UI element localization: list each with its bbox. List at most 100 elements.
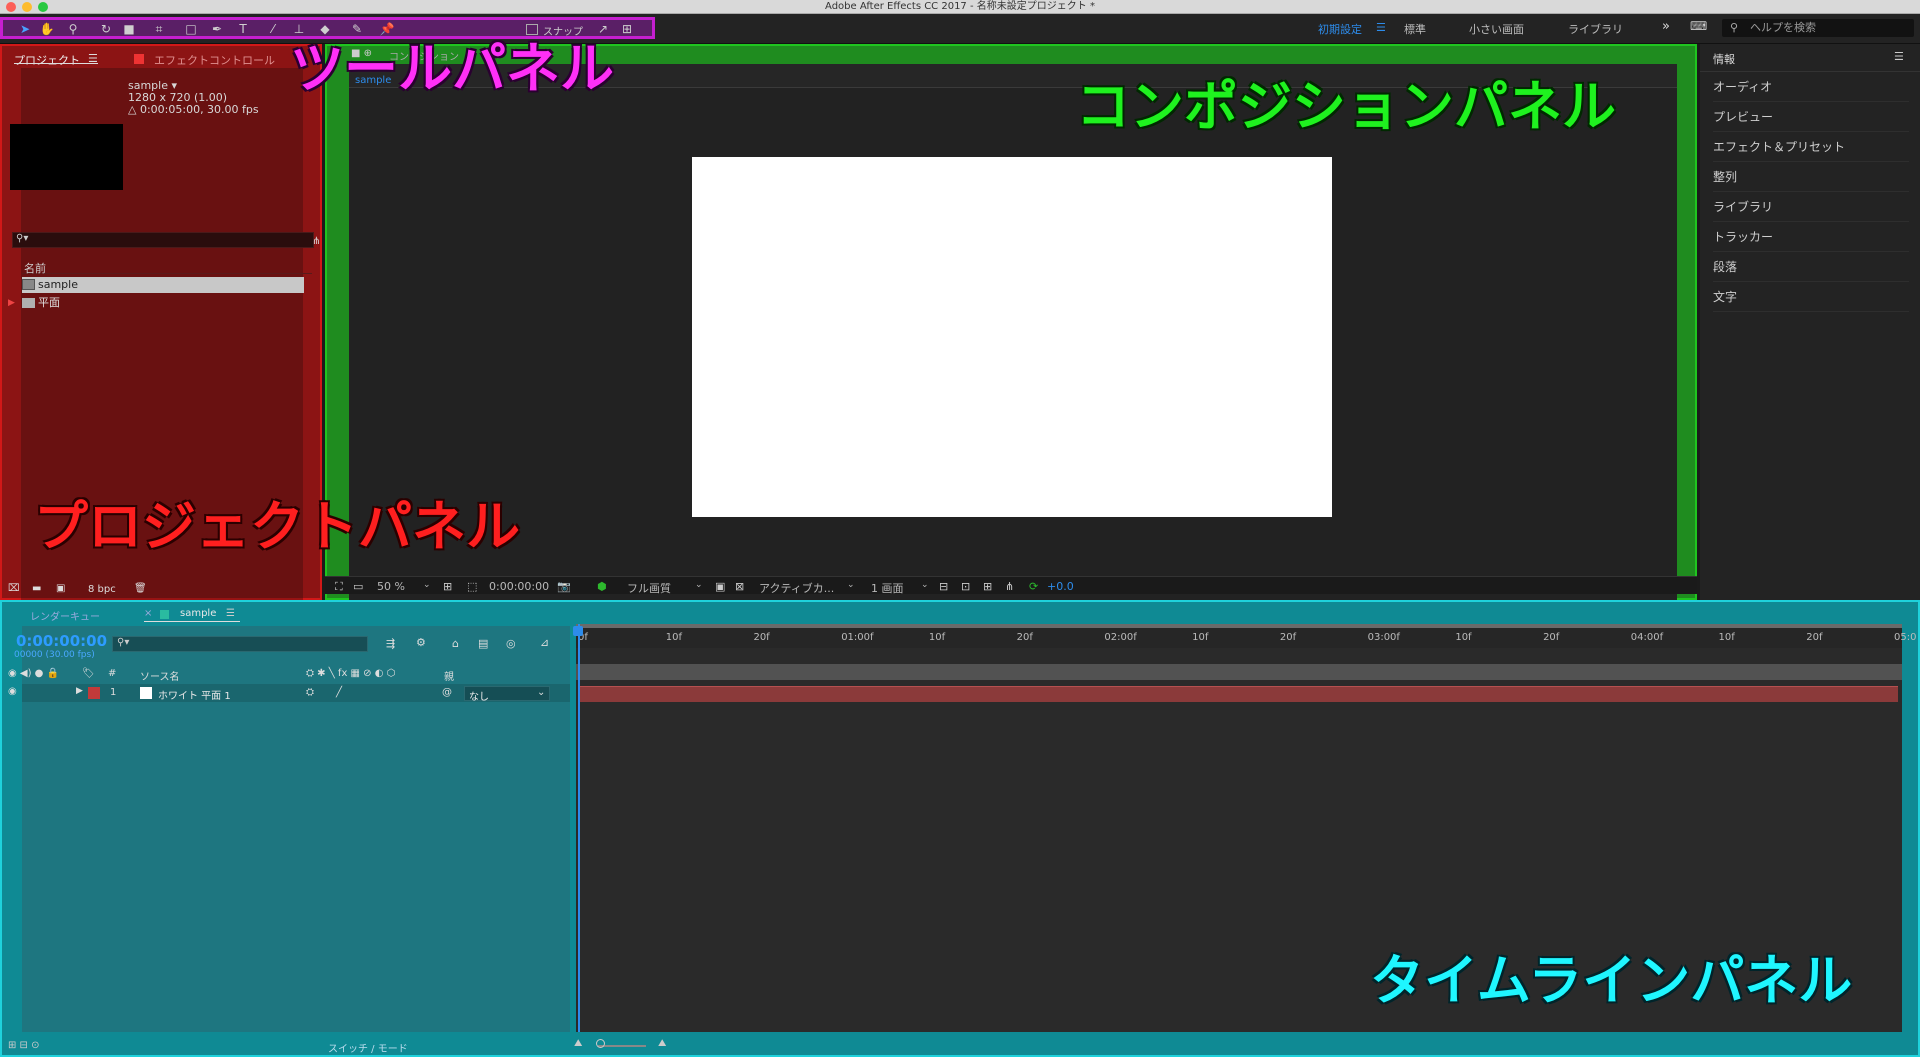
workspace-more-button[interactable]: »: [1662, 19, 1670, 34]
panel-menu-icon[interactable]: ☰: [226, 608, 235, 619]
preview-icon[interactable]: ▭: [353, 580, 363, 593]
zoom-tool-icon[interactable]: ⚲: [65, 22, 81, 36]
workspace-library[interactable]: ライブラリ: [1568, 21, 1623, 37]
fast-previews-icon[interactable]: ⊡: [961, 580, 970, 593]
layer-name[interactable]: ホワイト 平面 1: [158, 687, 231, 702]
project-column-header[interactable]: 名前: [22, 260, 312, 275]
selection-tool-icon[interactable]: ➤: [17, 22, 33, 36]
workspace-standard[interactable]: 標準: [1404, 21, 1426, 37]
flowchart-icon[interactable]: ⋔: [312, 236, 320, 247]
roto-brush-tool-icon[interactable]: ✎: [349, 22, 365, 36]
rectangle-tool-icon[interactable]: □: [183, 22, 199, 36]
zoom-slider-thumb[interactable]: [596, 1039, 605, 1048]
snap-edge-icon[interactable]: ↗: [595, 22, 611, 36]
zoom-out-icon[interactable]: ⛰: [574, 1038, 582, 1049]
resolution-select[interactable]: フル画質: [627, 580, 671, 596]
draft-3d-icon[interactable]: ⚙: [416, 636, 426, 649]
work-area-bar[interactable]: [576, 624, 1902, 628]
expand-arrow-icon[interactable]: ▶: [8, 295, 15, 311]
mask-visibility-icon[interactable]: ⬚: [467, 580, 477, 593]
snap-feature-icon[interactable]: ⊞: [619, 22, 635, 36]
timeline-link-icon[interactable]: ⊞: [983, 580, 992, 593]
sync-settings-icon[interactable]: ⌨: [1690, 19, 1707, 33]
pick-whip-icon[interactable]: @: [442, 687, 452, 698]
hand-tool-icon[interactable]: ✋: [39, 22, 55, 36]
parent-select[interactable]: なし ⌄: [464, 686, 550, 703]
shy-switch-icon[interactable]: ⛭: [306, 687, 314, 698]
new-composition-icon[interactable]: ▣: [56, 583, 65, 594]
column-source-name-header[interactable]: ソース名: [140, 668, 180, 683]
tab-render-queue[interactable]: レンダーキュー: [30, 608, 100, 623]
panel-item-paragraph[interactable]: 段落: [1713, 252, 1909, 282]
view-layout-select[interactable]: 1 画面: [871, 580, 904, 596]
region-of-interest-icon[interactable]: ▣: [715, 580, 725, 593]
zoom-window-button[interactable]: [38, 2, 48, 12]
reset-exposure-icon[interactable]: ⟳: [1029, 580, 1038, 593]
exposure-value[interactable]: +0.0: [1047, 580, 1074, 593]
layer-label-color[interactable]: [88, 687, 100, 699]
clone-stamp-tool-icon[interactable]: ⊥: [291, 22, 307, 36]
toggle-switches-icon[interactable]: ⊞ ⊟ ⊙: [8, 1040, 40, 1051]
camera-tool-icon[interactable]: ■: [121, 22, 137, 36]
layer-duration-bar[interactable]: [580, 686, 1898, 702]
panel-item-preview[interactable]: プレビュー: [1713, 102, 1909, 132]
puppet-tool-icon[interactable]: 📌: [379, 22, 395, 36]
playhead-handle[interactable]: [573, 626, 583, 636]
comp-mini-flowchart-icon[interactable]: ⇶: [386, 637, 395, 650]
panel-item-tracker[interactable]: トラッカー: [1713, 222, 1909, 252]
eraser-tool-icon[interactable]: ◆: [317, 22, 333, 36]
project-search-input[interactable]: ⚲▾: [12, 232, 314, 248]
timeline-search-input[interactable]: ⚲▾: [112, 636, 368, 652]
magnify-icon[interactable]: ⛶: [335, 580, 343, 594]
quality-switch-icon[interactable]: ╱: [336, 687, 342, 698]
panel-menu-icon[interactable]: ☰: [1894, 50, 1904, 63]
close-tab-icon[interactable]: ×: [144, 608, 152, 619]
visibility-icon[interactable]: ◉: [8, 686, 17, 697]
current-time-display[interactable]: 0:00:00:00: [489, 580, 549, 593]
composition-canvas[interactable]: [692, 157, 1332, 517]
workspace-menu-icon[interactable]: ☰: [1376, 21, 1386, 34]
zoom-level-select[interactable]: 50 %: [377, 580, 405, 593]
new-folder-icon[interactable]: ▬: [32, 583, 41, 594]
pen-tool-icon[interactable]: ✒: [209, 22, 225, 36]
active-camera-select[interactable]: アクティブカ...: [759, 580, 834, 596]
frame-blending-icon[interactable]: ▤: [478, 637, 488, 650]
tab-project[interactable]: プロジェクト: [14, 52, 80, 68]
tab-timeline-sample[interactable]: sample: [180, 608, 216, 619]
current-time-indicator[interactable]: [578, 624, 580, 1032]
safe-zones-icon[interactable]: ⊞: [443, 580, 452, 593]
flowchart-icon[interactable]: ⋔: [1005, 580, 1014, 593]
graph-editor-icon[interactable]: ⊿: [540, 636, 549, 649]
panel-item-audio[interactable]: オーディオ: [1713, 72, 1909, 102]
workspace-small-screen[interactable]: 小さい画面: [1469, 21, 1524, 37]
channel-icon[interactable]: ⬢: [597, 580, 607, 593]
hide-shy-layers-icon[interactable]: ⌂: [452, 637, 459, 650]
tab-effect-controls[interactable]: エフェクトコントロール: [154, 52, 275, 68]
snapshot-icon[interactable]: 📷: [557, 580, 571, 593]
project-row-solids-folder[interactable]: ▶ 平面: [8, 295, 304, 311]
close-window-button[interactable]: [6, 2, 16, 12]
zoom-in-icon[interactable]: ⛰: [658, 1038, 666, 1049]
panel-item-align[interactable]: 整列: [1713, 162, 1909, 192]
workspace-default[interactable]: 初期設定: [1318, 21, 1362, 37]
snap-checkbox[interactable]: [526, 24, 538, 35]
toggle-pixel-aspect-icon[interactable]: ⊟: [939, 580, 948, 593]
info-panel-title[interactable]: 情報: [1713, 51, 1735, 67]
motion-blur-icon[interactable]: ◎: [506, 637, 516, 650]
timeline-current-time[interactable]: 0:00:00:00: [16, 632, 107, 650]
switch-mode-toggle[interactable]: スイッチ / モード: [328, 1040, 408, 1055]
panel-item-effects-presets[interactable]: エフェクト＆プリセット: [1713, 132, 1909, 162]
help-search-input[interactable]: ⚲ ヘルプを検索: [1722, 19, 1914, 37]
color-depth-label[interactable]: 8 bpc: [88, 584, 116, 595]
panel-item-character[interactable]: 文字: [1713, 282, 1909, 312]
pan-behind-tool-icon[interactable]: ⌗: [151, 22, 167, 36]
delete-icon[interactable]: 🗑: [134, 583, 147, 594]
type-tool-icon[interactable]: T: [235, 22, 251, 36]
minimize-window-button[interactable]: [22, 2, 32, 12]
interpret-footage-icon[interactable]: ⌧: [8, 583, 20, 594]
expand-layer-arrow-icon[interactable]: ▶: [76, 686, 83, 696]
zoom-slider[interactable]: [598, 1045, 646, 1047]
rotation-tool-icon[interactable]: ↻: [98, 22, 114, 36]
brush-tool-icon[interactable]: ⁄: [265, 22, 281, 36]
transparency-grid-icon[interactable]: ⊠: [735, 580, 744, 593]
